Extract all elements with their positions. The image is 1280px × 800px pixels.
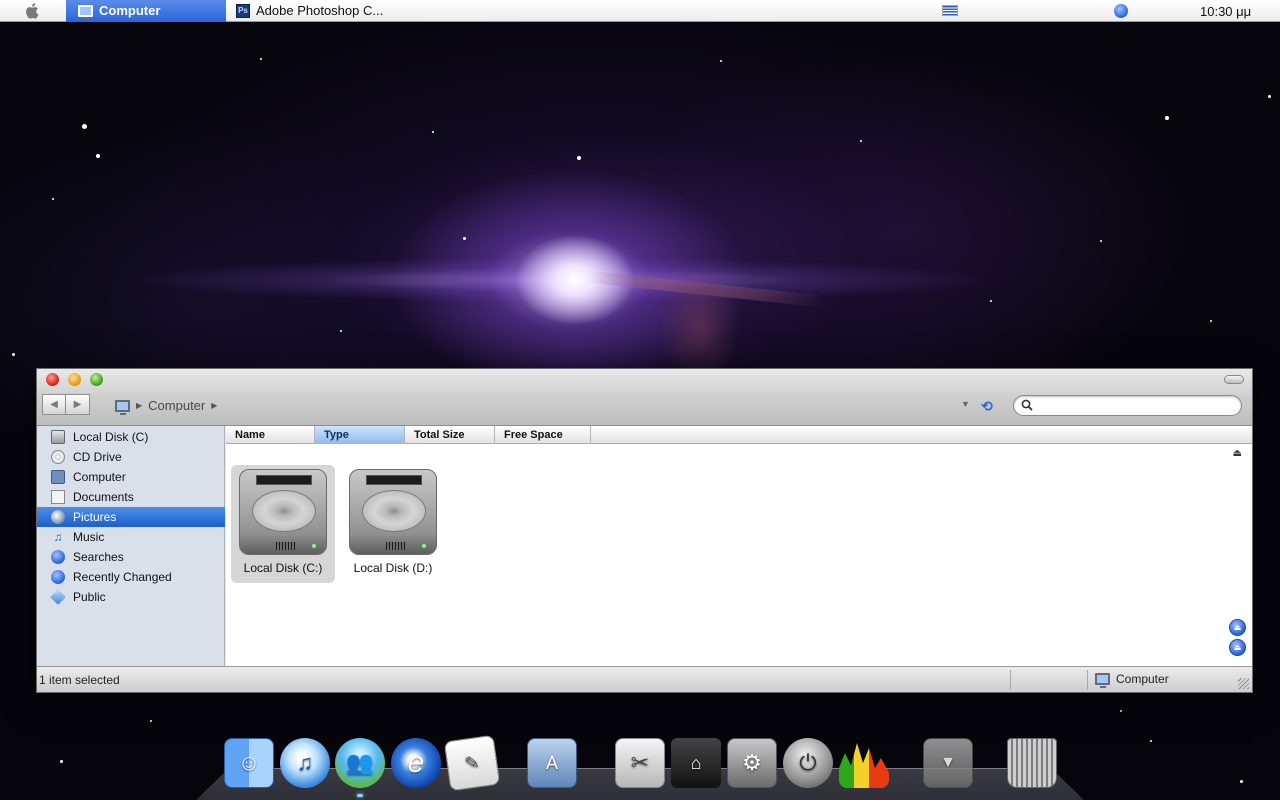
sidebar-item-label: CD Drive: [73, 450, 122, 464]
column-header-name[interactable]: Name: [226, 426, 315, 444]
trash-icon[interactable]: [1007, 738, 1057, 788]
pictures-icon: [51, 510, 65, 524]
search-input[interactable]: [1013, 395, 1242, 416]
power-icon[interactable]: ⏻: [783, 738, 833, 788]
sidebar-item-recently-changed[interactable]: Recently Changed: [37, 567, 225, 587]
window-toolbar: ◀ ▶ ▶ Computer ▶ ▼ ⟲: [37, 369, 1252, 426]
minimize-window-button[interactable]: [68, 373, 81, 386]
scroll-up-icon[interactable]: ⏏: [1233, 448, 1242, 459]
sidebar-item-searches[interactable]: Searches: [37, 547, 225, 567]
back-forward-group: ◀ ▶: [42, 394, 90, 415]
network-icon[interactable]: ⌂: [671, 738, 721, 788]
sidebar-item-label: Local Disk (C): [73, 430, 149, 444]
sidebar: Local Disk (C) CD Drive Computer Documen…: [37, 426, 225, 666]
column-header-total-size[interactable]: Total Size: [405, 426, 495, 444]
eject-icon[interactable]: ⏏: [1229, 639, 1246, 656]
finder-window: ◀ ▶ ▶ Computer ▶ ▼ ⟲ Local Disk (C) CD D…: [36, 368, 1253, 693]
forward-button[interactable]: ▶: [66, 394, 90, 415]
breadcrumb-separator-icon[interactable]: ▶: [211, 401, 217, 410]
status-location: Computer: [1095, 672, 1169, 688]
breadcrumb-computer[interactable]: Computer: [148, 398, 205, 413]
sidebar-item-label: Music: [73, 530, 105, 544]
system-preferences-icon[interactable]: ⚙: [727, 738, 777, 788]
computer-icon: [1095, 673, 1110, 688]
sidebar-item-public[interactable]: Public: [37, 587, 225, 607]
internet-explorer-icon[interactable]: e: [391, 738, 441, 788]
sidebar-item-label: Documents: [73, 490, 134, 504]
status-bar: 1 item selected Computer: [37, 666, 1252, 692]
back-arrow-icon: ◀: [50, 399, 58, 410]
spotlight-search-icon[interactable]: [1114, 4, 1128, 18]
sidebar-item-cd-drive[interactable]: CD Drive: [37, 447, 225, 467]
public-icon: [50, 589, 66, 605]
status-divider: [1010, 670, 1011, 690]
computer-icon: [115, 399, 130, 415]
text-edit-icon[interactable]: ✎: [443, 734, 501, 792]
sidebar-item-label: Pictures: [73, 510, 117, 524]
column-header-free-space[interactable]: Free Space: [495, 426, 591, 444]
apple-menu-icon[interactable]: [0, 0, 66, 22]
column-headers: Name Type Total Size Free Space: [226, 426, 1252, 444]
hard-disk-icon: [239, 469, 327, 555]
messenger-icon[interactable]: 👥: [335, 738, 385, 788]
breadcrumb: ▶ Computer ▶: [115, 398, 217, 415]
resize-grip-icon[interactable]: [1238, 678, 1249, 689]
search-folder-icon: [51, 550, 65, 564]
itunes-icon[interactable]: ♫: [280, 738, 330, 788]
refresh-icon[interactable]: ⟲: [981, 398, 993, 415]
cd-drive-icon: [51, 450, 65, 464]
back-button[interactable]: ◀: [42, 394, 66, 415]
active-app-menu[interactable]: Computer: [66, 0, 226, 22]
computer-icon: [51, 470, 65, 484]
breadcrumb-separator-icon: ▶: [136, 401, 143, 410]
column-header-type[interactable]: Type: [315, 426, 405, 444]
sidebar-item-pictures[interactable]: Pictures: [37, 507, 225, 527]
sidebar-item-music[interactable]: ♫ Music: [37, 527, 225, 547]
zoom-window-button[interactable]: [90, 373, 103, 386]
hard-disk-icon: [349, 469, 437, 555]
computer-icon: [78, 4, 93, 20]
language-flag-icon[interactable]: [942, 5, 958, 16]
sidebar-item-label: Searches: [73, 550, 124, 564]
sidebar-item-label: Recently Changed: [73, 570, 172, 584]
close-window-button[interactable]: [46, 373, 59, 386]
sidebar-item-local-disk-c[interactable]: Local Disk (C): [37, 427, 225, 447]
applications-folder-icon[interactable]: A: [527, 738, 577, 788]
drive-item-local-disk-d[interactable]: Local Disk (D:): [341, 465, 445, 583]
recently-changed-icon: [51, 570, 65, 584]
drive-label: Local Disk (C:): [243, 561, 323, 575]
file-view: Name Type Total Size Free Space ⏏ Local …: [226, 426, 1252, 666]
finder-icon[interactable]: ☺: [224, 738, 274, 788]
search-icon: [1021, 399, 1033, 411]
address-dropdown-icon[interactable]: ▼: [961, 399, 970, 409]
sidebar-item-label: Public: [73, 590, 106, 604]
taskbar-item-label: Adobe Photoshop C...: [256, 3, 384, 18]
downloads-stack-icon[interactable]: ▼: [923, 738, 973, 788]
active-app-label: Computer: [99, 3, 161, 18]
drive-label: Local Disk (D:): [353, 561, 433, 575]
status-divider: [1087, 670, 1088, 690]
menu-clock[interactable]: 10:30 μμ: [1200, 4, 1251, 19]
status-location-label: Computer: [1116, 672, 1169, 686]
drive-item-local-disk-c[interactable]: Local Disk (C:): [231, 465, 335, 583]
taskbar-item-photoshop[interactable]: Ps Adobe Photoshop C...: [226, 3, 383, 18]
documents-icon: [51, 490, 65, 504]
toolbar-toggle-button[interactable]: [1224, 375, 1244, 384]
music-icon: ♫: [53, 530, 63, 544]
grab-icon[interactable]: ✂: [615, 738, 665, 788]
running-indicator: [357, 794, 363, 797]
eject-icon[interactable]: ⏏: [1229, 619, 1246, 636]
sidebar-item-computer[interactable]: Computer: [37, 467, 225, 487]
sidebar-item-label: Computer: [73, 470, 126, 484]
local-disk-icon: [51, 430, 65, 444]
photoshop-icon: Ps: [236, 3, 250, 18]
forward-arrow-icon: ▶: [73, 399, 82, 410]
menu-bar: Computer Ps Adobe Photoshop C... 10:30 μ…: [0, 0, 1280, 22]
sidebar-item-documents[interactable]: Documents: [37, 487, 225, 507]
selection-status: 1 item selected: [39, 673, 120, 687]
